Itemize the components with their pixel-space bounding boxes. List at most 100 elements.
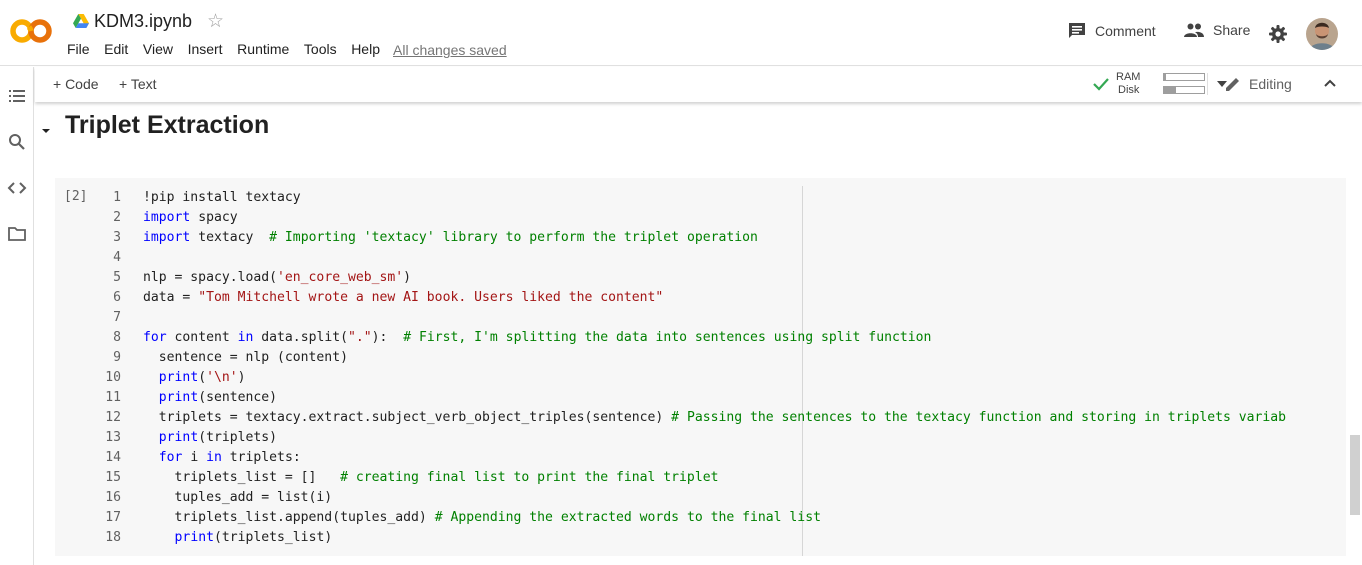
code-token: # creating final list to print the final… — [340, 470, 719, 485]
code-snippets-icon[interactable] — [7, 178, 27, 198]
code-token: triplets: — [221, 450, 301, 465]
comment-icon — [1069, 23, 1085, 38]
code-line[interactable]: print(sentence) — [143, 388, 277, 408]
code-line[interactable]: sentence = nlp (content) — [143, 348, 348, 368]
code-token: print — [158, 370, 199, 385]
editing-mode-button[interactable]: Editing — [1225, 76, 1292, 92]
notebook-toolbar: + Code + Text RAM Disk Editing — [35, 67, 1362, 102]
code-token: print — [174, 530, 214, 545]
execution-count: [2] — [64, 189, 88, 204]
share-button[interactable]: Share — [1184, 22, 1250, 38]
code-token: (sentence) — [198, 390, 278, 405]
code-line[interactable]: print('\n') — [143, 368, 246, 388]
section-heading: Triplet Extraction — [65, 111, 270, 139]
menu-insert[interactable]: Insert — [188, 41, 223, 57]
notebook-title[interactable]: KDM3.ipynb — [94, 11, 192, 32]
add-code-cell-button[interactable]: + Code — [53, 76, 99, 92]
line-number: 15 — [105, 470, 121, 485]
people-icon — [1184, 23, 1204, 37]
code-token: nlp = spacy.load( — [143, 270, 278, 285]
line-number: 4 — [113, 250, 121, 265]
connected-check-icon — [1093, 78, 1109, 91]
menu-bar: File Edit View Insert Runtime Tools Help — [67, 41, 395, 57]
menu-runtime[interactable]: Runtime — [237, 41, 289, 57]
line-number: 8 — [113, 330, 121, 345]
menu-help[interactable]: Help — [351, 41, 380, 57]
line-number: 3 — [113, 230, 121, 245]
save-status[interactable]: All changes saved — [393, 42, 507, 58]
code-token: 'en_core_web_sm' — [277, 270, 404, 285]
code-token: !pip install textacy — [143, 190, 301, 205]
code-token: i — [182, 450, 207, 465]
ram-meter — [1163, 73, 1205, 81]
table-of-contents-icon[interactable] — [7, 86, 27, 106]
code-token: in — [237, 330, 254, 345]
pencil-icon — [1226, 78, 1239, 91]
files-folder-icon[interactable] — [7, 224, 27, 244]
code-token: (triplets) — [198, 430, 278, 445]
line-number: 2 — [113, 210, 121, 225]
code-token: '\n' — [206, 370, 238, 385]
code-token: for — [158, 450, 183, 465]
disk-label: Disk — [1118, 84, 1140, 96]
line-number: 9 — [113, 350, 121, 365]
header: KDM3.ipynb ☆ File Edit View Insert Runti… — [0, 0, 1362, 66]
code-token: # Importing 'textacy' library to perform… — [269, 230, 758, 245]
code-line[interactable]: triplets_list.append(tuples_add) # Appen… — [143, 508, 821, 528]
code-line[interactable]: import spacy — [143, 208, 238, 228]
code-line[interactable]: print(triplets) — [143, 428, 277, 448]
comment-label: Comment — [1095, 23, 1156, 39]
section-collapse-arrow-icon[interactable] — [39, 124, 53, 138]
code-line[interactable]: for i in triplets: — [143, 448, 301, 468]
comment-button[interactable]: Comment — [1068, 22, 1156, 40]
line-number: 11 — [105, 390, 121, 405]
user-avatar[interactable] — [1306, 18, 1338, 50]
code-line[interactable]: print(triplets_list) — [143, 528, 333, 548]
code-cell[interactable]: [2] 1 !pip install textacy 2 import spacy 3 i… — [55, 178, 1346, 556]
code-token: triplets_list.append(tuples_add) — [143, 510, 435, 525]
code-token: # First, I'm splitting the data into sen… — [403, 330, 932, 345]
colab-logo[interactable] — [10, 16, 52, 46]
settings-gear-icon[interactable] — [1269, 25, 1287, 43]
add-text-cell-button[interactable]: + Text — [119, 76, 157, 92]
left-sidebar — [0, 67, 34, 565]
code-line[interactable]: for content in data.split("."): # First,… — [143, 328, 931, 348]
code-line[interactable]: !pip install textacy — [143, 188, 301, 208]
line-number: 16 — [105, 490, 121, 505]
menu-view[interactable]: View — [143, 41, 173, 57]
code-line[interactable]: import textacy # Importing 'textacy' lib… — [143, 228, 758, 248]
star-icon[interactable]: ☆ — [207, 10, 224, 33]
code-token: print — [158, 390, 199, 405]
code-line[interactable]: tuples_add = list(i) — [143, 488, 333, 508]
code-token: ) — [403, 270, 412, 285]
code-token: triplets_list = [] — [143, 470, 341, 485]
code-token: import — [143, 230, 191, 245]
code-token: for — [143, 330, 167, 345]
menu-file[interactable]: File — [67, 41, 90, 57]
code-token: textacy — [190, 230, 270, 245]
line-length-ruler — [802, 186, 803, 556]
collapse-header-chevron-up-icon[interactable] — [1324, 79, 1336, 87]
resources-indicator[interactable]: RAM Disk — [1093, 71, 1233, 97]
code-token: sentence = nlp (content) — [143, 350, 348, 365]
google-drive-icon — [73, 14, 89, 28]
code-line[interactable]: data = "Tom Mitchell wrote a new AI book… — [143, 288, 663, 308]
ram-label: RAM — [1116, 71, 1141, 83]
share-label: Share — [1213, 22, 1251, 38]
menu-tools[interactable]: Tools — [304, 41, 337, 57]
page-scrollbar-thumb[interactable] — [1350, 435, 1360, 515]
code-token: ( — [198, 370, 207, 385]
code-line[interactable]: triplets = textacy.extract.subject_verb_… — [143, 408, 1286, 428]
code-token: data = — [143, 290, 199, 305]
code-token: ) — [237, 370, 246, 385]
code-token: # Appending the extracted words to the f… — [434, 510, 821, 525]
search-icon[interactable] — [7, 132, 27, 152]
code-line[interactable]: triplets_list = [] # creating final list… — [143, 468, 719, 488]
code-token: spacy — [190, 210, 238, 225]
code-token: in — [206, 450, 222, 465]
menu-edit[interactable]: Edit — [104, 41, 128, 57]
code-line[interactable]: nlp = spacy.load('en_core_web_sm') — [143, 268, 411, 288]
toolbar-divider — [1207, 73, 1208, 95]
line-number: 6 — [113, 290, 121, 305]
